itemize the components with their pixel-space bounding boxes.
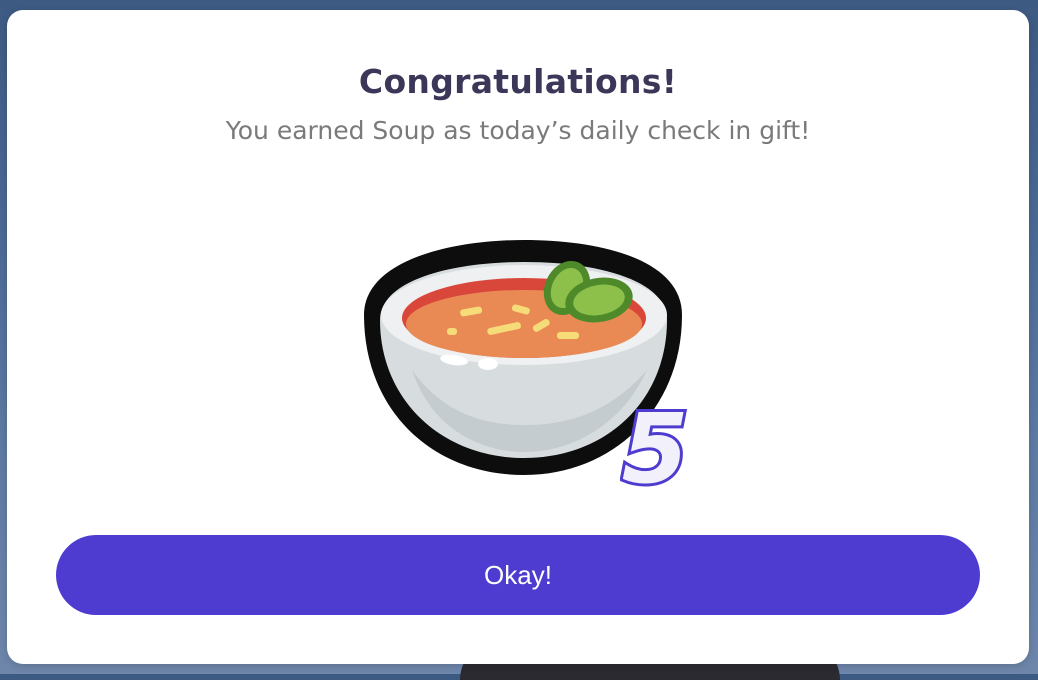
- reward-quantity-text: 5: [622, 393, 689, 490]
- dialog-title: Congratulations!: [358, 62, 678, 101]
- dialog-message: You earned Soup as today’s daily check i…: [225, 116, 811, 145]
- daily-gift-dialog: Congratulations! You earned Soup as toda…: [7, 10, 1029, 664]
- reward-item: 5: [352, 220, 692, 500]
- okay-button[interactable]: Okay!: [56, 535, 980, 615]
- reward-quantity: 5: [620, 390, 690, 490]
